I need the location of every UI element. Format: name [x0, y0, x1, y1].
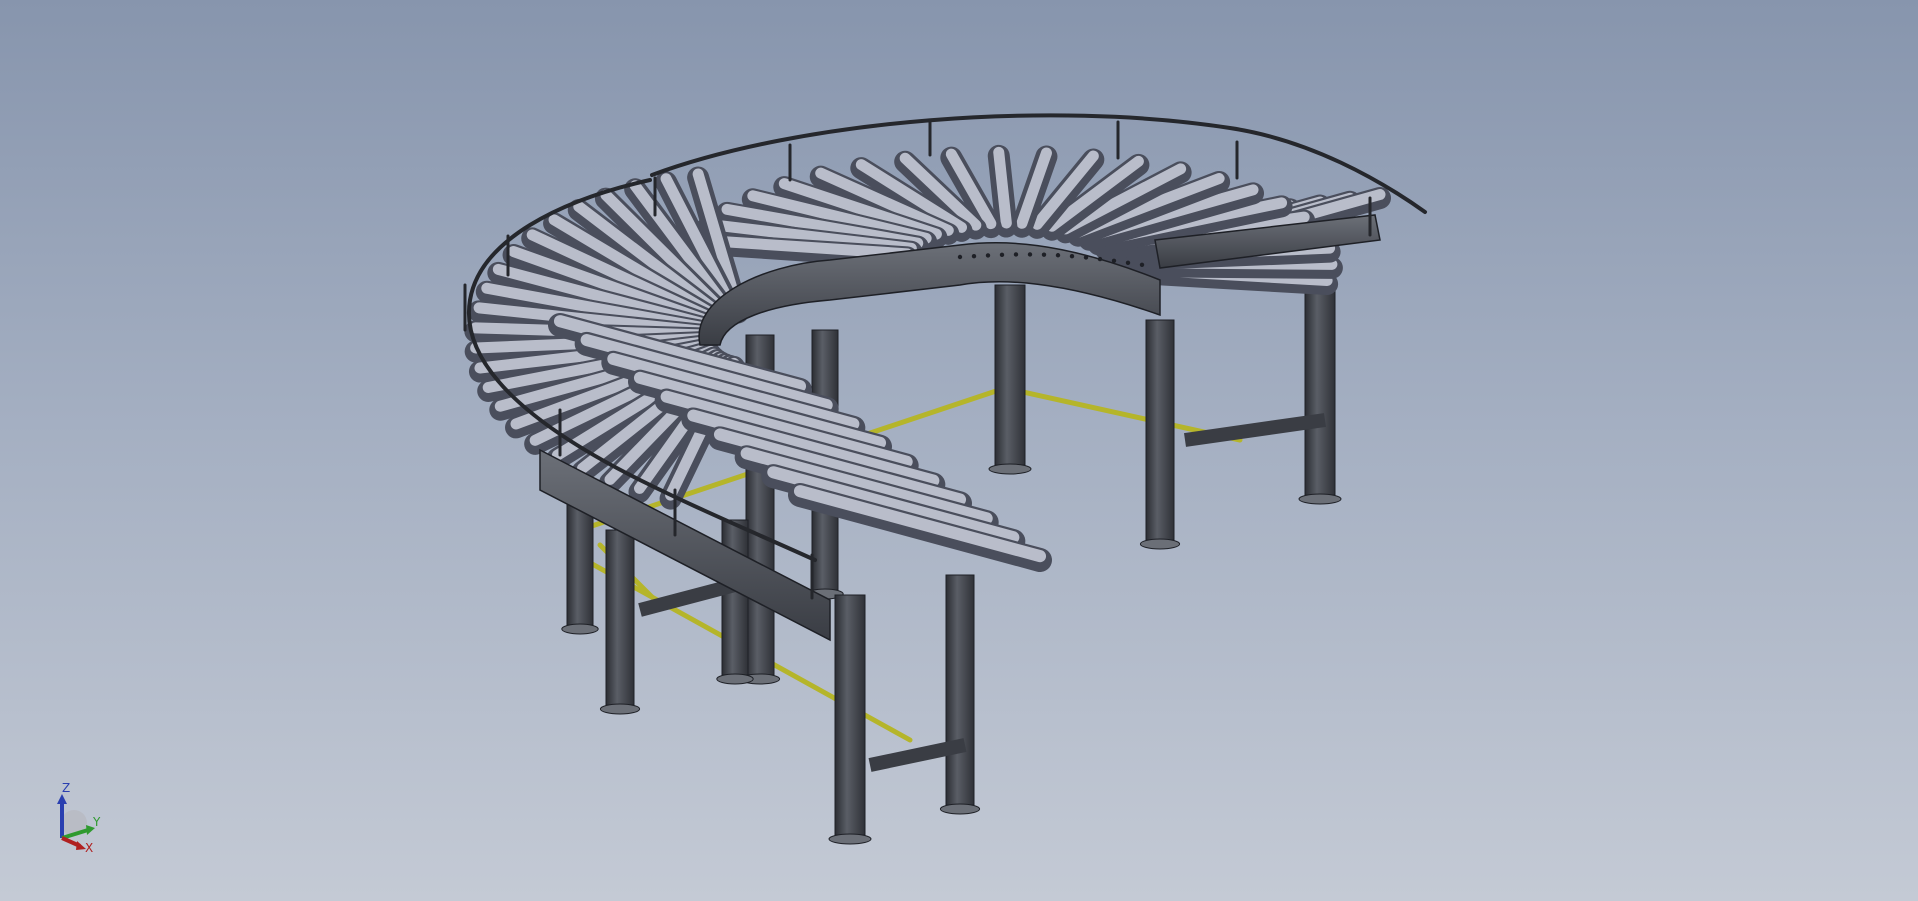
frame-bolt [971, 253, 977, 259]
leg-cross-brace [1184, 413, 1326, 447]
leg-foot [1139, 538, 1181, 550]
z-axis-label: Z [62, 781, 70, 795]
y-axis-label: Y [92, 815, 101, 829]
leg-foot [561, 623, 599, 635]
frame-bolt [1041, 252, 1047, 257]
frame-bolt [1069, 253, 1075, 259]
frame-bolt [1139, 262, 1145, 267]
conveyor-leg [721, 519, 749, 676]
conveyor-leg [834, 594, 866, 836]
frame-bolt [1097, 256, 1103, 262]
conveyor-leg [1304, 274, 1336, 496]
frame-bolt [957, 254, 963, 260]
graphics-viewport[interactable]: Z Y X [0, 0, 1918, 901]
axis-triad: Z Y X [57, 781, 101, 855]
frame-bolt [1027, 252, 1033, 257]
frame-bolt [1013, 252, 1019, 257]
roller-highlight [993, 146, 1012, 229]
conveyor-leg [994, 284, 1026, 466]
conveyor-leg [945, 574, 975, 806]
leg-foot [599, 703, 641, 715]
leg-foot [828, 833, 872, 845]
frame-bolt [1125, 260, 1131, 265]
frame-bolt [1111, 258, 1117, 264]
leg-foot [716, 673, 754, 685]
frame-bolt [1083, 255, 1089, 260]
frame-bolt [985, 253, 991, 258]
frame-bolt [999, 252, 1005, 258]
leg-foot [1298, 493, 1342, 505]
conveyor-leg [566, 499, 594, 626]
leg-foot [988, 463, 1032, 475]
conveyor-leg [605, 529, 635, 706]
frame-bolt [1055, 253, 1061, 258]
leg-foot [939, 803, 981, 815]
conveyor-leg [1145, 319, 1175, 541]
x-axis-label: X [85, 841, 93, 855]
conveyor-3d-model[interactable] [0, 0, 1918, 901]
